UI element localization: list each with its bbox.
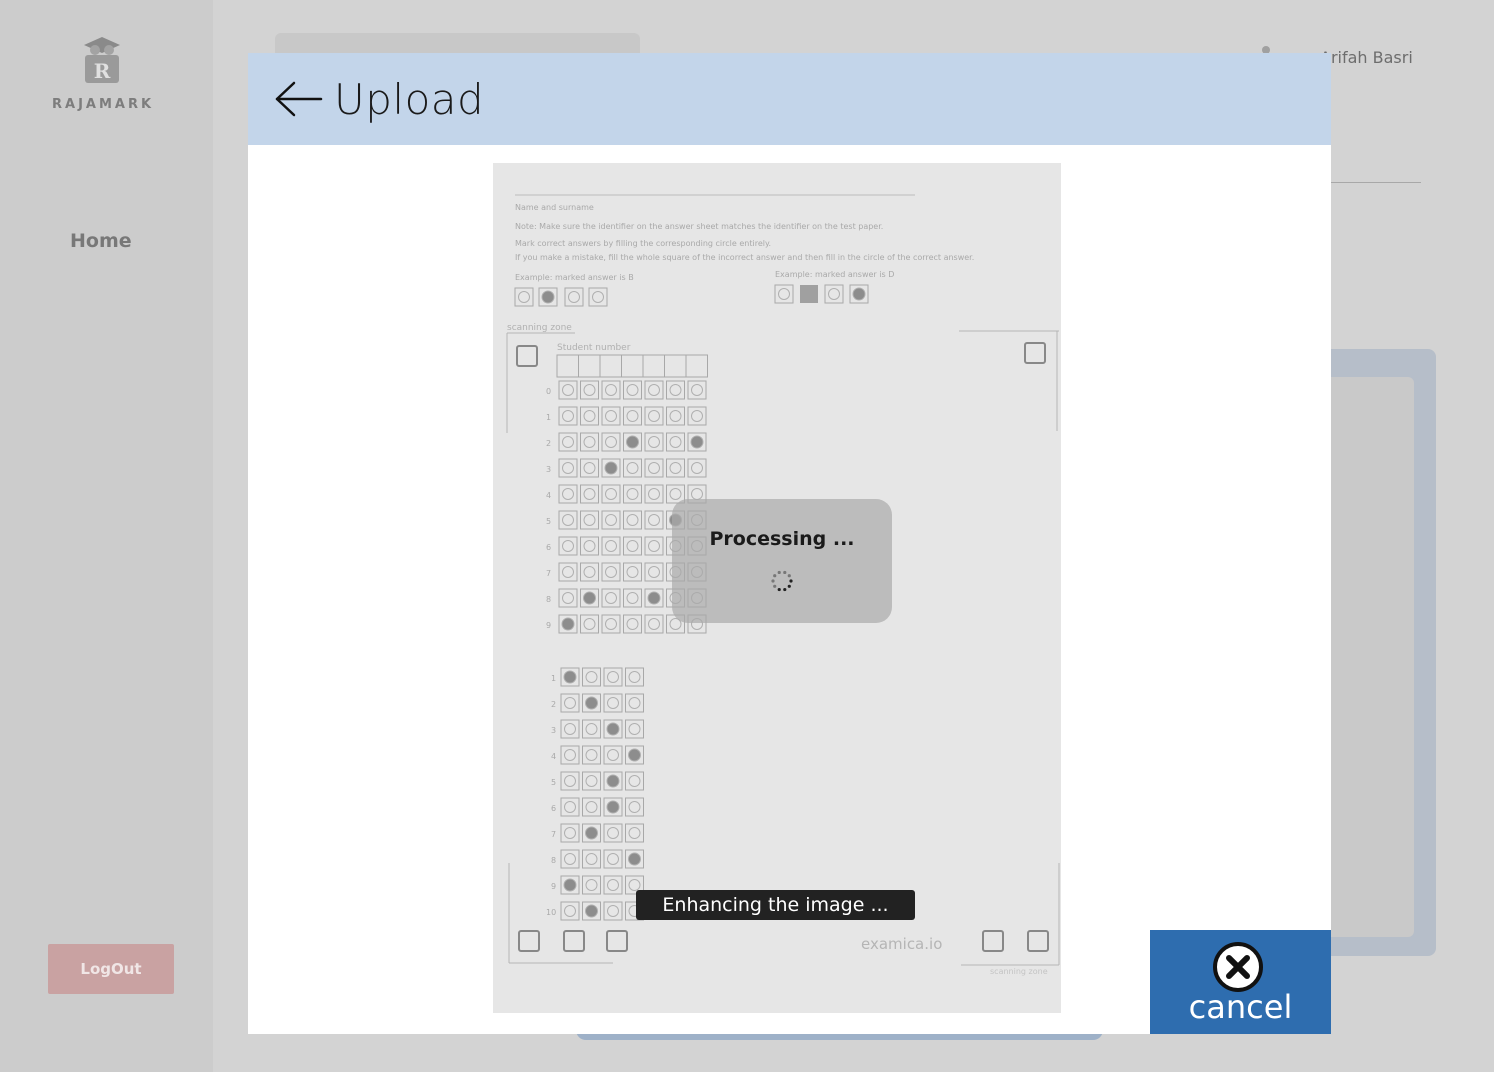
status-message: Enhancing the image ... bbox=[636, 890, 915, 920]
spinner-icon bbox=[771, 570, 793, 592]
svg-text:R: R bbox=[94, 59, 111, 83]
sheet-scanning-zone: scanning zone bbox=[507, 323, 572, 333]
sidebar: R RAJAMARK Home LogOut bbox=[0, 0, 213, 1072]
sheet-bubble bbox=[583, 591, 596, 605]
nav-home[interactable]: Home bbox=[70, 230, 132, 252]
back-button[interactable] bbox=[274, 79, 324, 119]
sheet-bubble bbox=[604, 461, 618, 475]
sheet-bubble bbox=[606, 722, 620, 736]
sheet-bubble bbox=[628, 748, 641, 762]
sheet-bubble bbox=[647, 591, 661, 605]
sheet-bubble bbox=[690, 435, 704, 449]
spinner-dot bbox=[787, 584, 791, 588]
modal-title: Upload bbox=[334, 74, 485, 124]
sheet-bubble bbox=[606, 774, 620, 788]
spinner-dot bbox=[773, 574, 777, 578]
sheet-row-number: 4 bbox=[551, 752, 556, 761]
cancel-button[interactable]: cancel bbox=[1150, 930, 1331, 1034]
sheet-bubble bbox=[626, 435, 639, 449]
sheet-note-1: Note: Make sure the identifier on the an… bbox=[515, 222, 883, 231]
divider bbox=[1331, 182, 1421, 183]
back-arrow-icon bbox=[275, 81, 323, 117]
sheet-note-3: If you make a mistake, fill the whole sq… bbox=[515, 253, 974, 262]
sheet-row-number: 1 bbox=[546, 413, 551, 422]
background-card-inner bbox=[1331, 377, 1414, 937]
sheet-bubble bbox=[563, 878, 577, 892]
sheet-row-number: 3 bbox=[546, 465, 551, 474]
spinner-dot bbox=[777, 570, 781, 575]
sheet-row-number: 2 bbox=[546, 439, 551, 448]
spinner-dot bbox=[783, 570, 787, 575]
logo-owl-icon: R bbox=[84, 37, 120, 83]
sheet-bubble bbox=[585, 696, 598, 710]
sheet-example-1: Example: marked answer is B bbox=[515, 273, 634, 282]
sheet-row-number: 6 bbox=[546, 543, 551, 552]
brand-logo: R RAJAMARK bbox=[52, 35, 152, 112]
upload-modal: Upload Name and surname Note: Make sure … bbox=[248, 53, 1331, 1034]
cancel-label: cancel bbox=[1188, 988, 1293, 1026]
sheet-row-number: 3 bbox=[551, 726, 556, 735]
sheet-bubble bbox=[541, 290, 555, 304]
sheet-row-number: 0 bbox=[546, 387, 551, 396]
sheet-bubble bbox=[628, 852, 641, 866]
sheet-bubble bbox=[563, 670, 577, 684]
processing-overlay: Processing ... bbox=[672, 499, 892, 623]
sheet-bubble bbox=[852, 287, 866, 301]
sheet-row-number: 1 bbox=[551, 674, 556, 683]
sheet-row-number: 7 bbox=[551, 830, 556, 839]
spinner-dot bbox=[789, 579, 793, 583]
sheet-row-number: 9 bbox=[546, 621, 551, 630]
sheet-row-number: 5 bbox=[546, 517, 551, 526]
spinner-dot bbox=[783, 587, 787, 592]
sheet-bubble-box bbox=[800, 285, 818, 303]
cancel-circle-x-icon bbox=[1213, 942, 1263, 992]
logout-button[interactable]: LogOut bbox=[48, 944, 174, 994]
sheet-bubble bbox=[606, 800, 620, 814]
sheet-row-number: 8 bbox=[546, 595, 551, 604]
brand-name: RAJAMARK bbox=[52, 97, 155, 112]
sheet-row-number: 4 bbox=[546, 491, 551, 500]
spinner-dot bbox=[771, 579, 775, 583]
processing-label: Processing ... bbox=[709, 528, 855, 550]
user-name[interactable]: Arifah Basri bbox=[1320, 48, 1413, 67]
sheet-example-2: Example: marked answer is D bbox=[775, 270, 894, 279]
sheet-row-number: 7 bbox=[546, 569, 551, 578]
sheet-note-2: Mark correct answers by filling the corr… bbox=[515, 239, 771, 248]
sheet-row-number: 2 bbox=[551, 700, 556, 709]
sheet-row-number: 5 bbox=[551, 778, 556, 787]
sheet-row-number: 9 bbox=[551, 882, 556, 891]
sheet-student-number: Student number bbox=[557, 343, 631, 353]
modal-header: Upload bbox=[248, 53, 1331, 145]
spinner-dot bbox=[777, 587, 781, 592]
sheet-footer-brand: examica.io bbox=[861, 935, 942, 953]
sheet-row-number: 8 bbox=[551, 856, 556, 865]
sheet-row-number: 10 bbox=[546, 908, 556, 917]
sheet-bubble bbox=[585, 904, 598, 918]
sheet-bubble bbox=[561, 617, 575, 631]
sheet-footer-zone: scanning zone bbox=[990, 967, 1048, 976]
spinner-dot bbox=[773, 584, 777, 588]
sheet-name-label: Name and surname bbox=[515, 203, 594, 212]
sheet-row-number: 6 bbox=[551, 804, 556, 813]
sheet-bubble bbox=[585, 826, 598, 840]
spinner-dot bbox=[787, 574, 791, 578]
